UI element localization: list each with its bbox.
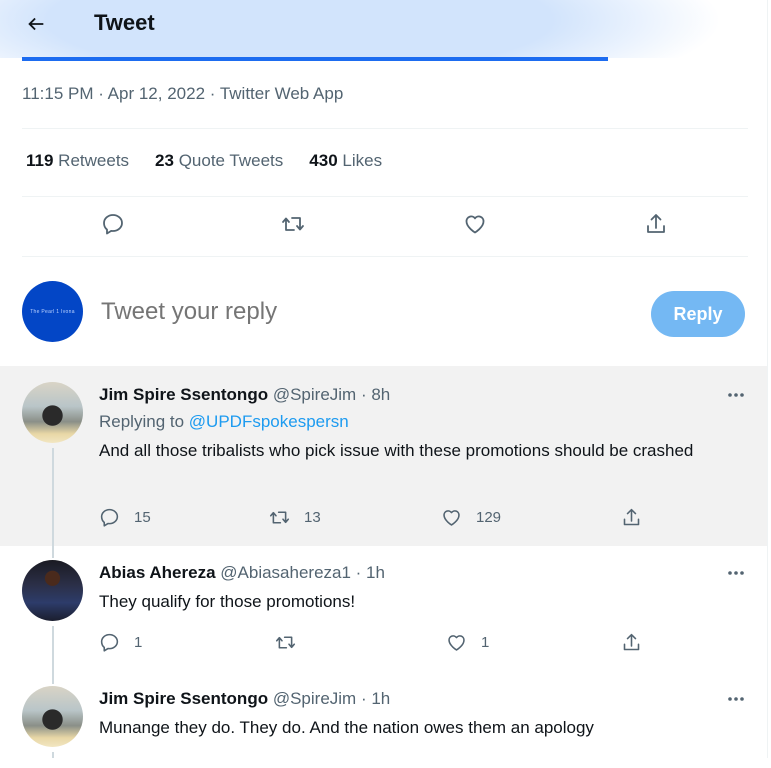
author-name[interactable]: Abias Ahereza (99, 563, 216, 582)
author-handle[interactable]: @Abiasahereza1 (220, 563, 351, 582)
quote-tweets-stat[interactable]: 23 Quote Tweets (155, 151, 283, 171)
author-name[interactable]: Jim Spire Ssentongo (99, 689, 268, 708)
like-icon (443, 510, 460, 526)
reply-tweet[interactable]: Jim Spire Ssentongo @SpireJim · 8h Reply… (0, 366, 767, 546)
likes-stat[interactable]: 430 Likes (309, 151, 382, 171)
reply-icon (100, 508, 119, 527)
share-icon (623, 633, 640, 651)
back-button[interactable] (22, 10, 50, 38)
tweet-text: They qualify for those promotions! (99, 592, 356, 611)
avatar[interactable] (22, 560, 83, 621)
more-options-button[interactable] (724, 385, 748, 405)
retweets-count: 119 (26, 151, 54, 170)
tweet-stats: 119 Retweets 23 Quote Tweets 430 Likes (26, 151, 382, 171)
reply-button[interactable]: 1 (99, 632, 142, 653)
share-icon (647, 214, 665, 233)
replying-to: Replying to @UPDFspokespersn (99, 412, 349, 432)
like-count: 1 (481, 634, 490, 651)
divider (22, 128, 748, 129)
tweet-author-line: Abias Ahereza @Abiasahereza1 · 1h (99, 563, 385, 583)
replying-prefix: Replying to (99, 412, 185, 431)
like-button[interactable]: 1 (446, 632, 489, 653)
more-icon (728, 571, 744, 575)
like-icon (465, 215, 485, 234)
likes-label: Likes (342, 151, 383, 170)
reply-button[interactable] (101, 212, 125, 236)
tweet-time[interactable]: · 8h (361, 385, 390, 404)
tweet-time[interactable]: · 1h (356, 563, 385, 582)
tweet-actions (0, 212, 771, 244)
thread-line (52, 626, 54, 672)
tweet-text: And all those tribalists who pick issue … (99, 441, 694, 460)
window-bottom (0, 758, 771, 768)
retweet-button[interactable] (275, 632, 296, 653)
reply-count: 15 (134, 509, 151, 526)
like-icon (448, 635, 465, 651)
divider (22, 256, 748, 257)
reply-button[interactable]: 15 (99, 507, 151, 528)
reply-icon (103, 214, 123, 235)
quote-tweets-count: 23 (155, 151, 174, 170)
retweet-icon (275, 636, 296, 649)
user-avatar[interactable]: The Pearl 1 Ivona (22, 281, 83, 342)
more-icon (728, 697, 744, 701)
reply-count: 1 (134, 634, 143, 651)
avatar-logo-text: The Pearl 1 Ivona (30, 308, 75, 315)
like-button[interactable]: 129 (441, 507, 501, 528)
like-count: 129 (476, 509, 502, 526)
share-button[interactable] (621, 632, 642, 653)
page-title: Tweet (94, 10, 155, 35)
thread-line (52, 448, 54, 546)
likes-count: 430 (309, 151, 338, 170)
retweet-button[interactable] (281, 212, 305, 236)
tweet-author-line: Jim Spire Ssentongo @SpireJim · 8h (99, 385, 390, 405)
author-handle[interactable]: @SpireJim (273, 385, 356, 404)
author-handle[interactable]: @SpireJim (273, 689, 356, 708)
retweet-icon (269, 511, 290, 524)
tweet-author-line: Jim Spire Ssentongo @SpireJim · 1h (99, 689, 390, 709)
page-header: Tweet (0, 0, 771, 58)
author-name[interactable]: Jim Spire Ssentongo (99, 385, 268, 404)
arrow-left-icon (28, 17, 44, 31)
selection-highlight (22, 57, 608, 61)
share-icon (623, 508, 640, 526)
share-button[interactable] (621, 507, 642, 528)
more-options-button[interactable] (724, 563, 748, 583)
tweet-timestamp[interactable]: 11:15 PM · Apr 12, 2022 · Twitter Web Ap… (22, 84, 343, 104)
reply-tweet[interactable]: Jim Spire Ssentongo @SpireJim · 1h Munan… (0, 672, 767, 758)
like-button[interactable] (463, 212, 487, 236)
retweet-count: 13 (304, 509, 321, 526)
divider (22, 196, 748, 197)
thread-line (52, 546, 54, 558)
reply-tweet[interactable]: Abias Ahereza @Abiasahereza1 · 1h They q… (0, 546, 767, 672)
tweet-page: Tweet 11:15 PM · Apr 12, 2022 · Twitter … (0, 0, 771, 759)
more-icon (728, 393, 744, 397)
avatar[interactable] (22, 686, 83, 747)
tweet-time[interactable]: · 1h (361, 689, 390, 708)
thread-line (52, 672, 54, 684)
more-options-button[interactable] (724, 689, 748, 709)
retweets-label: Retweets (58, 151, 130, 170)
quote-tweets-label: Quote Tweets (178, 151, 284, 170)
reply-submit-button[interactable]: Reply (651, 291, 745, 337)
retweets-stat[interactable]: 119 Retweets (26, 151, 129, 171)
retweet-icon (282, 217, 304, 231)
reply-icon (100, 633, 119, 652)
reply-input[interactable] (101, 298, 621, 326)
tweet-text: Munange they do. They do. And the nation… (99, 718, 594, 737)
retweet-button[interactable]: 13 (269, 507, 321, 528)
avatar[interactable] (22, 382, 83, 443)
share-button[interactable] (644, 212, 668, 236)
mention-link[interactable]: @UPDFspokespersn (189, 412, 349, 431)
